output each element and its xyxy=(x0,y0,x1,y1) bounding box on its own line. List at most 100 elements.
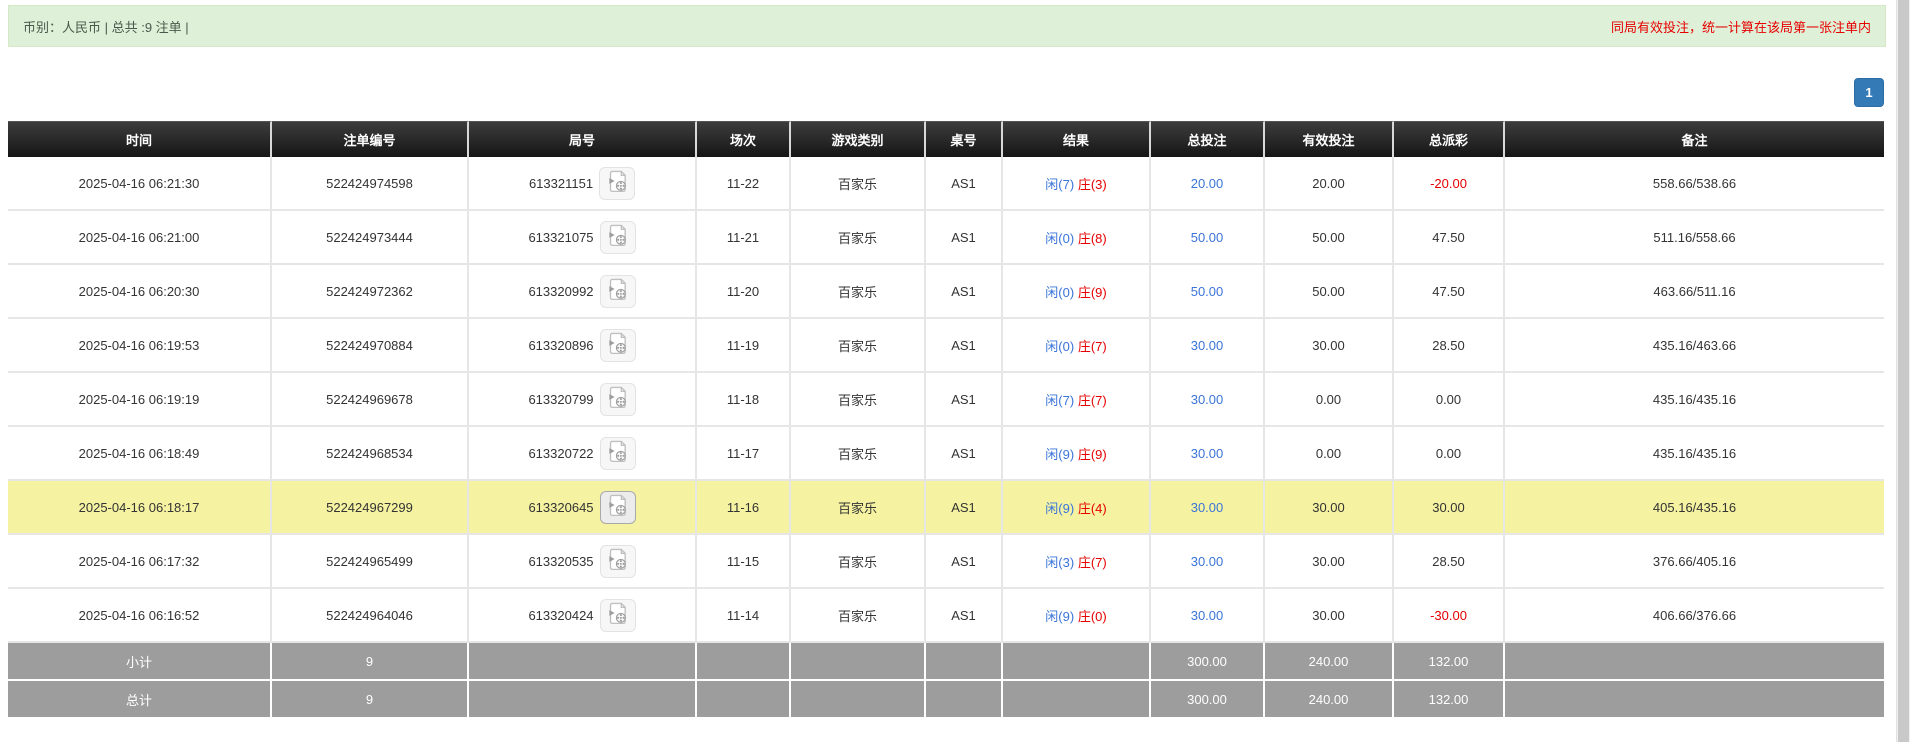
total-empty-round xyxy=(469,681,697,719)
round-id: 613320535 xyxy=(528,553,594,569)
video-record-icon xyxy=(606,548,629,574)
game-type-cell: 百家乐 xyxy=(791,157,926,211)
result-banker: 庄(9) xyxy=(1077,446,1107,462)
round-cell: 613320799 xyxy=(469,373,697,427)
table-row: 2025-04-16 06:16:52 522424964046 613320424… xyxy=(8,589,1884,643)
video-replay-button[interactable] xyxy=(599,382,636,416)
valid-bet-cell: 0.00 xyxy=(1265,427,1394,481)
remark-cell: 435.16/463.66 xyxy=(1505,319,1884,373)
table-body: 2025-04-16 06:21:30 522424974598 613321151… xyxy=(8,157,1884,643)
subtotal-empty-result xyxy=(1003,643,1151,681)
subtotal-empty-table xyxy=(926,643,1003,681)
table-id-cell: AS1 xyxy=(926,157,1003,211)
result-banker: 庄(3) xyxy=(1077,176,1107,192)
bet-records-table: 时间 注单编号 局号 场次 游戏类别 桌号 结果 总投注 有效投注 总派彩 备注 2025-04-1… xyxy=(8,121,1884,719)
video-replay-button[interactable] xyxy=(599,598,636,632)
subtotal-empty-remark xyxy=(1505,643,1884,681)
time-cell: 2025-04-16 06:21:00 xyxy=(8,211,272,265)
remark-cell: 558.66/538.66 xyxy=(1505,157,1884,211)
game-type-cell: 百家乐 xyxy=(791,589,926,643)
payout-cell: 47.50 xyxy=(1394,211,1505,265)
subtotal-payout: 132.00 xyxy=(1394,643,1505,681)
remark-cell: 435.16/435.16 xyxy=(1505,373,1884,427)
total-payout: 132.00 xyxy=(1394,681,1505,719)
round-id: 613320645 xyxy=(528,499,594,515)
subtotal-row: 小计 9 300.00 240.00 132.00 xyxy=(8,643,1884,681)
video-record-icon xyxy=(606,332,629,358)
total-bet-cell: 20.00 xyxy=(1151,157,1265,211)
payout-cell: 28.50 xyxy=(1394,319,1505,373)
table-id-cell: AS1 xyxy=(926,211,1003,265)
vertical-scrollbar[interactable] xyxy=(1896,0,1910,742)
col-game-type: 游戏类别 xyxy=(791,121,926,157)
notice-bar: 币别：人民币 | 总共 :9 注单 | 同局有效投注，统一计算在该局第一张注单内 xyxy=(8,5,1886,47)
remark-cell: 405.16/435.16 xyxy=(1505,481,1884,535)
round-cell: 613320645 xyxy=(469,481,697,535)
video-replay-button[interactable] xyxy=(599,274,636,308)
round-cell: 613320722 xyxy=(469,427,697,481)
video-replay-button[interactable] xyxy=(599,490,636,524)
total-empty-result xyxy=(1003,681,1151,719)
session-cell: 11-16 xyxy=(697,481,791,535)
result-cell: 闲(7) 庄(7) xyxy=(1003,373,1151,427)
round-id: 613320424 xyxy=(528,607,594,623)
time-cell: 2025-04-16 06:19:53 xyxy=(8,319,272,373)
time-cell: 2025-04-16 06:19:19 xyxy=(8,373,272,427)
round-cell: 613320992 xyxy=(469,265,697,319)
result-cell: 闲(7) 庄(3) xyxy=(1003,157,1151,211)
col-result: 结果 xyxy=(1003,121,1151,157)
scrollbar-thumb[interactable] xyxy=(1898,0,1909,742)
total-bet-cell: 30.00 xyxy=(1151,427,1265,481)
video-replay-button[interactable] xyxy=(599,220,636,254)
remark-cell: 376.66/405.16 xyxy=(1505,535,1884,589)
pagination-page-button[interactable]: 1 xyxy=(1854,78,1884,107)
notice-message-text: 同局有效投注，统一计算在该局第一张注单内 xyxy=(1610,19,1871,35)
payout-cell: 28.50 xyxy=(1394,535,1505,589)
table-id-cell: AS1 xyxy=(926,319,1003,373)
pagination: 1 xyxy=(8,78,1884,107)
round-id: 613320722 xyxy=(528,445,594,461)
bet-id-cell: 522424964046 xyxy=(272,589,469,643)
game-type-cell: 百家乐 xyxy=(791,481,926,535)
result-player: 闲(7) xyxy=(1045,392,1075,408)
round-cell: 613321075 xyxy=(469,211,697,265)
total-empty-game-type xyxy=(791,681,926,719)
video-replay-button[interactable] xyxy=(599,544,636,578)
bet-id-cell: 522424973444 xyxy=(272,211,469,265)
table-row: 2025-04-16 06:19:53 522424970884 613320896… xyxy=(8,319,1884,373)
result-player: 闲(7) xyxy=(1045,176,1075,192)
video-replay-button[interactable] xyxy=(599,166,636,200)
video-record-icon xyxy=(606,494,629,520)
session-cell: 11-22 xyxy=(697,157,791,211)
remark-cell: 511.16/558.66 xyxy=(1505,211,1884,265)
bet-id-cell: 522424974598 xyxy=(272,157,469,211)
session-cell: 11-15 xyxy=(697,535,791,589)
time-cell: 2025-04-16 06:18:49 xyxy=(8,427,272,481)
video-replay-button[interactable] xyxy=(599,328,636,362)
game-type-cell: 百家乐 xyxy=(791,319,926,373)
valid-bet-cell: 30.00 xyxy=(1265,481,1394,535)
game-type-cell: 百家乐 xyxy=(791,211,926,265)
valid-bet-cell: 50.00 xyxy=(1265,211,1394,265)
subtotal-empty-game-type xyxy=(791,643,926,681)
total-bet-cell: 30.00 xyxy=(1151,589,1265,643)
table-id-cell: AS1 xyxy=(926,589,1003,643)
round-cell: 613320896 xyxy=(469,319,697,373)
result-player: 闲(9) xyxy=(1045,500,1075,516)
result-player: 闲(0) xyxy=(1045,230,1075,246)
video-replay-button[interactable] xyxy=(599,436,636,470)
game-type-cell: 百家乐 xyxy=(791,427,926,481)
total-label: 总计 xyxy=(8,681,272,719)
result-banker: 庄(4) xyxy=(1077,500,1107,516)
subtotal-total-bet: 300.00 xyxy=(1151,643,1265,681)
result-cell: 闲(0) 庄(9) xyxy=(1003,265,1151,319)
result-player: 闲(9) xyxy=(1045,446,1075,462)
table-row: 2025-04-16 06:18:17 522424967299 613320645… xyxy=(8,481,1884,535)
total-empty-session xyxy=(697,681,791,719)
result-banker: 庄(7) xyxy=(1077,554,1107,570)
game-type-cell: 百家乐 xyxy=(791,265,926,319)
remark-cell: 463.66/511.16 xyxy=(1505,265,1884,319)
col-time: 时间 xyxy=(8,121,272,157)
table-id-cell: AS1 xyxy=(926,481,1003,535)
valid-bet-cell: 20.00 xyxy=(1265,157,1394,211)
